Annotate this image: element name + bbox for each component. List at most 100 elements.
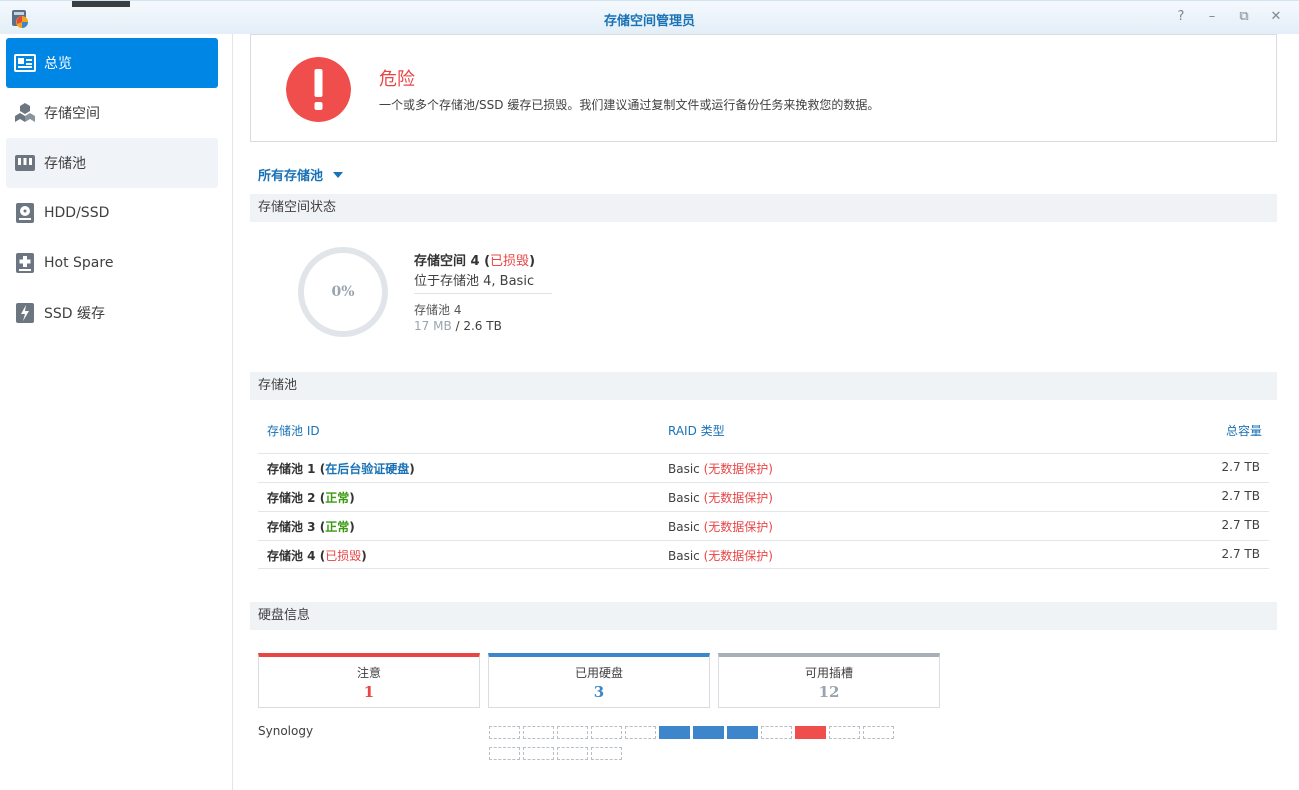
attention-card[interactable]: 注意 1 — [258, 653, 480, 708]
minimize-icon[interactable]: – — [1204, 9, 1220, 25]
column-header-capacity[interactable]: 总容量 — [1226, 422, 1262, 439]
pool-status: 正常 — [325, 491, 350, 505]
disk-slot[interactable] — [591, 747, 622, 760]
disk-slot[interactable] — [489, 726, 520, 739]
disk-slot[interactable] — [761, 726, 792, 739]
restore-icon[interactable]: ⧉ — [1236, 9, 1252, 25]
raid-note: (无数据保护) — [703, 462, 773, 476]
attention-count: 1 — [363, 683, 375, 701]
raid-note: (无数据保护) — [703, 520, 773, 534]
raid-type-cell: Basic (无数据保护) — [668, 549, 773, 563]
device-name: Synology — [258, 724, 314, 738]
disk-slot[interactable] — [693, 726, 724, 739]
pool-filter-dropdown[interactable]: 所有存储池 — [258, 165, 344, 184]
raid-type-cell: Basic (无数据保护) — [668, 491, 773, 505]
volume-name-text: 存储空间 4 — [414, 254, 480, 269]
volume-total: 2.6 TB — [463, 319, 502, 333]
storage-pool-header: 存储池 — [250, 372, 1277, 400]
main-content: 危险 一个或多个存储池/SSD 缓存已损毁。我们建议通过复制文件或运行备份任务来… — [250, 34, 1277, 790]
hot-spare-icon — [16, 253, 34, 273]
window-title: 存储空间管理员 — [603, 14, 695, 29]
column-header-raid-type[interactable]: RAID 类型 — [668, 422, 725, 439]
pool-status: 在后台验证硬盘 — [325, 462, 410, 476]
hdd-icon — [16, 203, 34, 223]
sidebar-item-label: 总览 — [44, 56, 72, 72]
table-row[interactable]: 存储池 3 (正常) Basic (无数据保护) 2.7 TB — [258, 511, 1269, 540]
capacity-cell: 2.7 TB — [1221, 518, 1260, 532]
volume-name[interactable]: 存储空间 4 (已损毁) — [414, 250, 535, 269]
alert-title: 危险 — [379, 69, 415, 90]
close-icon[interactable]: ✕ — [1268, 9, 1284, 25]
raid-note: (无数据保护) — [703, 549, 773, 563]
pool-status: 已损毁 — [325, 549, 362, 563]
used-disks-label: 已用硬盘 — [574, 666, 623, 680]
sidebar-item-volume[interactable]: 存储空间 — [6, 88, 218, 138]
volume-status-header: 存储空间状态 — [250, 194, 1277, 222]
used-disks-count: 3 — [593, 683, 605, 701]
column-header-pool-id[interactable]: 存储池 ID — [267, 422, 320, 439]
table-row[interactable]: 存储池 4 (已损毁) Basic (无数据保护) 2.7 TB — [258, 540, 1269, 569]
storage-pool-icon — [15, 155, 35, 171]
title-bar: 存储空间管理员 ? – ⧉ ✕ — [0, 0, 1299, 34]
available-slots-label: 可用插槽 — [804, 666, 853, 680]
available-slots-card[interactable]: 可用插槽 12 — [718, 653, 940, 708]
help-icon[interactable]: ? — [1173, 9, 1189, 25]
sidebar-item-ssd-cache[interactable]: SSD 缓存 — [6, 288, 218, 338]
capacity-cell: 2.7 TB — [1221, 547, 1260, 561]
volume-usage-percent: 0% — [331, 284, 355, 300]
attention-label: 注意 — [356, 666, 381, 680]
sidebar-item-storage-pool[interactable]: 存储池 — [6, 138, 218, 188]
danger-alert: 危险 一个或多个存储池/SSD 缓存已损毁。我们建议通过复制文件或运行备份任务来… — [250, 34, 1277, 142]
pool-status: 正常 — [325, 520, 350, 534]
capacity-cell: 2.7 TB — [1221, 460, 1260, 474]
table-row[interactable]: 存储池 1 (在后台验证硬盘) Basic (无数据保护) 2.7 TB — [258, 453, 1269, 482]
raid-type-cell: Basic (无数据保护) — [668, 520, 773, 534]
raid-type-cell: Basic (无数据保护) — [668, 462, 773, 476]
volume-divider — [414, 293, 552, 294]
used-disks-card[interactable]: 已用硬盘 3 — [488, 653, 710, 708]
pool-filter-label: 所有存储池 — [258, 169, 324, 184]
disk-slot[interactable] — [625, 726, 656, 739]
volume-location: 位于存储池 4, Basic — [414, 274, 535, 289]
overview-icon — [14, 54, 36, 72]
volume-capacity: 17 MB / 2.6 TB — [414, 319, 502, 333]
raid-note: (无数据保护) — [703, 491, 773, 505]
sidebar-item-hot-spare[interactable]: Hot Spare — [6, 238, 218, 288]
volume-capacity-separator: / — [451, 319, 464, 333]
sidebar-item-label: SSD 缓存 — [44, 306, 106, 322]
available-slots-count: 12 — [818, 683, 840, 701]
disk-slot[interactable] — [489, 747, 520, 760]
volume-used: 17 MB — [414, 319, 452, 333]
volume-pool: 存储池 4 — [414, 303, 462, 317]
sidebar-item-hdd-ssd[interactable]: HDD/SSD — [6, 188, 218, 238]
disk-slot[interactable] — [591, 726, 622, 739]
caret-down-icon — [333, 171, 344, 178]
sidebar-item-label: 存储空间 — [44, 106, 100, 122]
sidebar-item-overview[interactable]: 总览 — [6, 38, 218, 88]
ssd-cache-icon — [16, 303, 34, 323]
disk-slot[interactable] — [557, 726, 588, 739]
sidebar-item-label: Hot Spare — [44, 255, 114, 271]
disk-slot[interactable] — [523, 747, 554, 760]
volume-cubes-icon — [15, 103, 35, 122]
disk-slot[interactable] — [659, 726, 690, 739]
volume-status: 已损毁 — [490, 254, 530, 269]
taskbar-tab-indicator — [72, 1, 130, 7]
pool-name-cell: 存储池 3 (正常) — [267, 520, 355, 534]
pool-name-cell: 存储池 4 (已损毁) — [267, 549, 367, 563]
disk-slot[interactable] — [795, 726, 826, 739]
alert-description: 一个或多个存储池/SSD 缓存已损毁。我们建议通过复制文件或运行备份任务来挽救您… — [379, 98, 880, 112]
sidebar: 总览 存储空间 存储池 HDD/SSD Hot Spare SSD 缓存 — [0, 34, 233, 790]
disk-slot[interactable] — [727, 726, 758, 739]
disk-slot[interactable] — [863, 726, 894, 739]
disk-slot[interactable] — [829, 726, 860, 739]
sidebar-item-label: 存储池 — [44, 156, 86, 172]
capacity-cell: 2.7 TB — [1221, 489, 1260, 503]
disk-slot[interactable] — [557, 747, 588, 760]
sidebar-item-label: HDD/SSD — [44, 205, 110, 221]
pool-name-cell: 存储池 2 (正常) — [267, 491, 355, 505]
disk-info-header: 硬盘信息 — [250, 602, 1277, 630]
exclamation-icon — [286, 57, 351, 122]
table-row[interactable]: 存储池 2 (正常) Basic (无数据保护) 2.7 TB — [258, 482, 1269, 511]
disk-slot[interactable] — [523, 726, 554, 739]
